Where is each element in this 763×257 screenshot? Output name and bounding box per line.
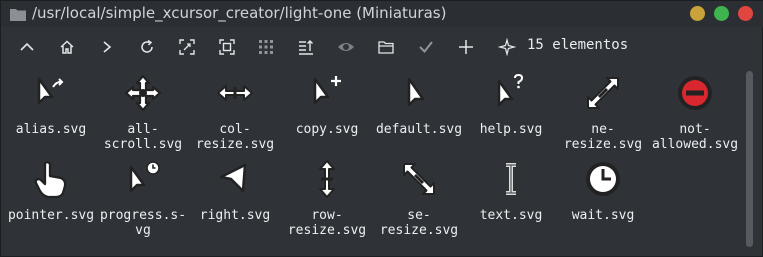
home-icon[interactable]: [56, 37, 78, 57]
preferences-icon[interactable]: [496, 37, 518, 57]
file-manager-window: /usr/local/simple_xcursor_creator/light-…: [0, 0, 763, 257]
item-count: 15 elementos: [527, 37, 629, 53]
file-item[interactable]: pointer.svg: [2, 153, 100, 233]
file-label: ne- resize.svg: [563, 122, 643, 152]
pointer-cursor-icon: [31, 159, 71, 199]
file-label: copy.svg: [295, 122, 359, 137]
file-item[interactable]: wait.svg: [554, 153, 652, 233]
not-allowed-cursor-icon: [675, 73, 715, 113]
alias-cursor-icon: [31, 73, 71, 113]
all-scroll-cursor-icon: [123, 73, 163, 113]
scrollbar-thumb[interactable]: [746, 71, 753, 247]
file-label: col- resize.svg: [195, 122, 275, 152]
file-item[interactable]: default.svg: [370, 67, 468, 147]
folder-open-icon[interactable]: [375, 37, 397, 57]
grid-view-icon[interactable]: [255, 37, 277, 57]
toolbar: 15 elementos: [1, 28, 763, 66]
close-button[interactable]: [738, 6, 753, 21]
file-item[interactable]: text.svg: [462, 153, 560, 233]
forward-icon[interactable]: [96, 37, 118, 57]
file-item[interactable]: not- allowed.svg: [646, 67, 744, 152]
file-item[interactable]: right.svg: [186, 153, 284, 233]
file-label: not- allowed.svg: [651, 122, 739, 152]
folder-icon: [10, 6, 26, 21]
zoom-fit-icon[interactable]: [176, 37, 198, 57]
file-label: all- scroll.svg: [103, 122, 183, 152]
default-cursor-icon: [399, 73, 439, 113]
file-label: alias.svg: [15, 122, 87, 137]
row-resize-cursor-icon: [307, 159, 347, 199]
select-icon[interactable]: [216, 37, 238, 57]
progress-cursor-icon: [123, 159, 163, 199]
sort-icon[interactable]: [295, 37, 317, 57]
title-bar[interactable]: /usr/local/simple_xcursor_creator/light-…: [1, 1, 763, 27]
help-cursor-icon: [491, 73, 531, 113]
add-icon[interactable]: [455, 37, 477, 57]
file-item[interactable]: col- resize.svg: [186, 67, 284, 152]
file-label: se- resize.svg: [379, 208, 459, 238]
text-cursor-icon: [491, 159, 531, 199]
se-resize-cursor-icon: [399, 159, 439, 199]
ne-resize-cursor-icon: [583, 73, 623, 113]
file-label: text.svg: [479, 208, 543, 223]
show-hidden-icon[interactable]: [335, 37, 357, 57]
file-item[interactable]: progress.s- vg: [94, 153, 192, 238]
file-item[interactable]: se- resize.svg: [370, 153, 468, 238]
maximize-button[interactable]: [714, 6, 729, 21]
minimize-button[interactable]: [690, 6, 705, 21]
file-label: row- resize.svg: [287, 208, 367, 238]
window-title: /usr/local/simple_xcursor_creator/light-…: [32, 4, 447, 22]
file-label: wait.svg: [571, 208, 635, 223]
file-item[interactable]: copy.svg: [278, 67, 376, 147]
file-item[interactable]: alias.svg: [2, 67, 100, 147]
file-item[interactable]: ne- resize.svg: [554, 67, 652, 152]
file-item[interactable]: row- resize.svg: [278, 153, 376, 238]
file-label: help.svg: [479, 122, 543, 137]
reload-icon[interactable]: [136, 37, 158, 57]
right-cursor-icon: [215, 159, 255, 199]
file-label: pointer.svg: [7, 208, 95, 223]
file-item[interactable]: all- scroll.svg: [94, 67, 192, 152]
file-label: progress.s- vg: [99, 208, 187, 238]
col-resize-cursor-icon: [215, 73, 255, 113]
up-icon[interactable]: [16, 37, 38, 57]
file-label: default.svg: [375, 122, 463, 137]
file-item[interactable]: help.svg: [462, 67, 560, 147]
copy-cursor-icon: [307, 73, 347, 113]
wait-cursor-icon: [583, 159, 623, 199]
check-icon[interactable]: [415, 37, 437, 57]
file-grid: alias.svg all- scroll.svg col- resize.sv…: [1, 67, 741, 257]
file-label: right.svg: [199, 208, 271, 223]
